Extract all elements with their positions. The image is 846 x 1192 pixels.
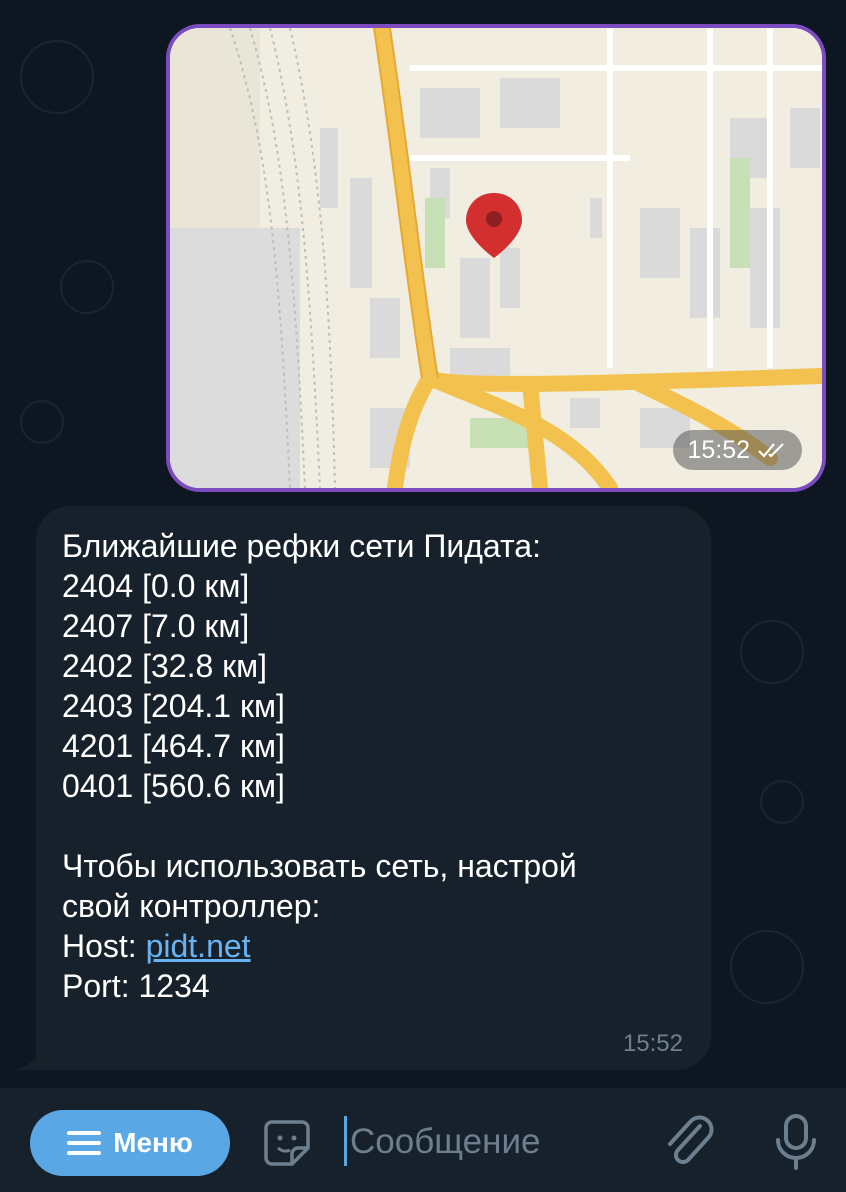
map-preview[interactable]: 15:52 <box>170 28 822 488</box>
menu-button[interactable]: Меню <box>30 1110 230 1176</box>
map-image <box>170 28 822 488</box>
message-line: 0401 [560.6 км] <box>62 768 285 804</box>
background-doodle <box>740 620 804 684</box>
host-link[interactable]: pidt.net <box>146 928 251 964</box>
microphone-icon[interactable] <box>772 1112 820 1172</box>
message-line: 2404 [0.0 км] <box>62 568 250 604</box>
message-line: 2403 [204.1 км] <box>62 688 285 724</box>
host-line: Host: pidt.net <box>62 926 685 966</box>
message-line: 2407 [7.0 км] <box>62 608 250 644</box>
hamburger-icon <box>67 1131 102 1155</box>
text-message[interactable]: Ближайшие рефки сети Пидата: 2404 [0.0 к… <box>36 506 711 1070</box>
menu-button-label: Меню <box>113 1127 193 1158</box>
sticker-icon[interactable] <box>262 1118 312 1168</box>
location-message[interactable]: 15:52 <box>166 24 826 492</box>
background-doodle <box>60 260 114 314</box>
message-line: Ближайшие рефки сети Пидата: <box>62 528 541 564</box>
paperclip-icon[interactable] <box>660 1112 716 1172</box>
message-composer: Меню <box>0 1088 846 1192</box>
map-time-label: 15:52 <box>687 435 750 464</box>
message-line: 4201 [464.7 км] <box>62 728 285 764</box>
message-line: свой контроллер: <box>62 888 321 924</box>
message-line: 2402 [32.8 км] <box>62 648 268 684</box>
double-check-icon <box>758 443 784 458</box>
background-doodle <box>760 780 804 824</box>
message-time: 15:52 <box>622 1030 683 1057</box>
message-line: Чтобы использовать сеть, настрой <box>62 848 577 884</box>
text-cursor <box>344 1116 347 1166</box>
port-line: Port: 1234 <box>62 968 210 1004</box>
map-message-time: 15:52 <box>673 430 802 470</box>
background-doodle <box>20 40 94 114</box>
background-doodle <box>730 930 804 1004</box>
message-input[interactable] <box>350 1112 630 1172</box>
background-doodle <box>20 400 64 444</box>
host-label: Host: <box>62 928 146 964</box>
